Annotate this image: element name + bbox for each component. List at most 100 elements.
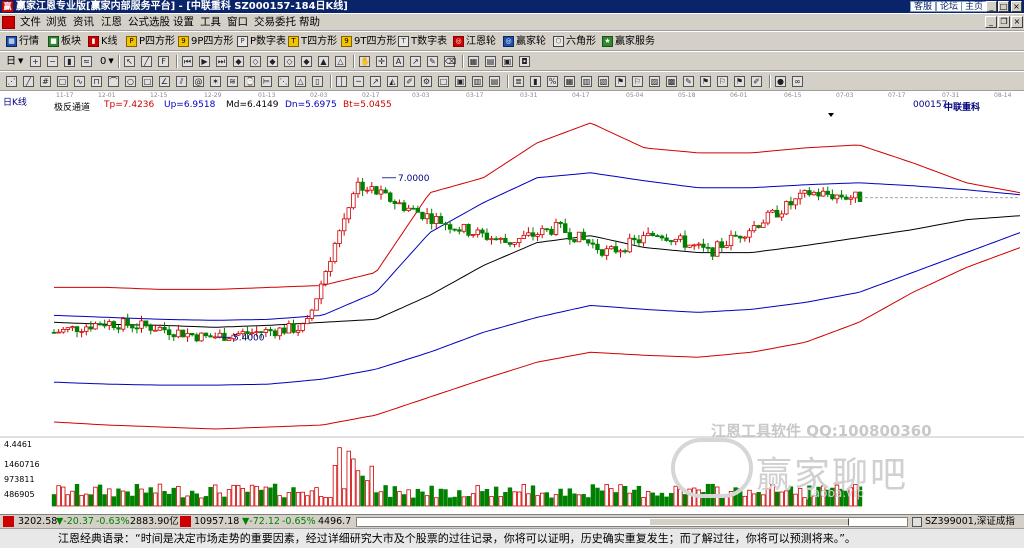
- gann-fan-icon[interactable]: ⋰: [6, 76, 17, 87]
- bars-icon[interactable]: ▦: [564, 76, 575, 87]
- flag-icon[interactable]: ⚐: [717, 76, 728, 87]
- quotes-button[interactable]: ▦ 行情: [6, 34, 39, 49]
- last-icon[interactable]: ⏭: [216, 56, 227, 67]
- 9t-square-button[interactable]: 9 9T四方形: [341, 34, 396, 49]
- pointer-icon[interactable]: ↖: [124, 56, 135, 67]
- time-icon[interactable]: ⌚: [244, 76, 255, 87]
- arc-icon[interactable]: ⌒: [108, 76, 119, 87]
- bars-icon[interactable]: ▥: [472, 76, 483, 87]
- line-draw-icon[interactable]: ╱: [141, 56, 152, 67]
- menu-info[interactable]: 资讯: [73, 16, 94, 29]
- trend-icon[interactable]: ↗: [370, 76, 381, 87]
- pyramid-icon[interactable]: ▲: [318, 56, 329, 67]
- bars-icon[interactable]: ▧: [598, 76, 609, 87]
- first-icon[interactable]: ⏮: [182, 56, 193, 67]
- dropdown-selector[interactable]: 0 ▼: [100, 54, 114, 69]
- pen-icon[interactable]: ✐: [751, 76, 762, 87]
- sector-button[interactable]: ■ 板块: [48, 34, 81, 49]
- list-icon[interactable]: ≣: [513, 76, 524, 87]
- percent-icon[interactable]: %: [547, 76, 558, 87]
- period-selector[interactable]: 日 ▼: [6, 54, 23, 69]
- winner-wheel-button[interactable]: ◎ 赢家轮: [503, 34, 546, 49]
- text-icon[interactable]: A: [393, 56, 404, 67]
- forum-link[interactable]: 论坛: [936, 1, 963, 12]
- menu-browse[interactable]: 浏览: [46, 16, 67, 29]
- sz-index[interactable]: 10957.18: [194, 515, 239, 528]
- color-icon[interactable]: ●: [775, 76, 786, 87]
- t-square-button[interactable]: T T四方形: [288, 34, 337, 49]
- menu-file[interactable]: 文件: [20, 16, 41, 29]
- p-table-button[interactable]: P P数字表: [237, 34, 286, 49]
- bars-icon[interactable]: ▨: [649, 76, 660, 87]
- sh-index[interactable]: 3202.58: [18, 515, 57, 528]
- homepage-link[interactable]: 主页: [961, 1, 988, 12]
- flag-icon[interactable]: ⚑: [700, 76, 711, 87]
- scrollbar-thumb[interactable]: [649, 518, 849, 526]
- bars-icon[interactable]: ▥: [581, 76, 592, 87]
- bars-icon[interactable]: ▤: [489, 76, 500, 87]
- arrow-icon[interactable]: ↗: [410, 56, 421, 67]
- diamond-icon[interactable]: ◇: [250, 56, 261, 67]
- mdi-restore-icon[interactable]: ❐: [998, 16, 1010, 28]
- menu-gann[interactable]: 江恩: [101, 16, 122, 29]
- eraser-icon[interactable]: ⌫: [444, 56, 456, 67]
- book-icon[interactable]: ▤: [485, 56, 496, 67]
- channel-icon[interactable]: ⫽: [176, 76, 187, 87]
- zoom-in-icon[interactable]: +: [30, 56, 41, 67]
- kline-chart-window[interactable]: 7.0000 5.4000 11-17 12-01 12-15 12-29 01-…: [0, 92, 1024, 514]
- customer-service-link[interactable]: 客服: [910, 1, 937, 12]
- maximize-icon[interactable]: □: [998, 1, 1009, 12]
- wave-icon[interactable]: ≋: [227, 76, 238, 87]
- hexagon-button[interactable]: ⬡ 六角形: [553, 34, 596, 49]
- spiral-icon[interactable]: @: [193, 76, 204, 87]
- cycle-icon[interactable]: ∿: [74, 76, 85, 87]
- menu-trade[interactable]: 交易委托: [254, 16, 296, 29]
- winner-service-button[interactable]: ★ 赢家服务: [602, 34, 655, 49]
- bell-icon[interactable]: ◭: [387, 76, 398, 87]
- hline-icon[interactable]: ─: [353, 76, 364, 87]
- chart-icon[interactable]: ▣: [502, 56, 513, 67]
- square-icon[interactable]: □: [438, 76, 449, 87]
- menu-tools[interactable]: 工具: [200, 16, 221, 29]
- t-table-button[interactable]: T T数字表: [398, 34, 447, 49]
- pen-icon[interactable]: ✐: [404, 76, 415, 87]
- p-square-button[interactable]: P P四方形: [126, 34, 175, 49]
- menu-window[interactable]: 窗口: [227, 16, 248, 29]
- zoom-out-icon[interactable]: −: [47, 56, 58, 67]
- diamond-icon[interactable]: ◇: [284, 56, 295, 67]
- next-icon[interactable]: ▶: [199, 56, 210, 67]
- square-icon[interactable]: ▣: [455, 76, 466, 87]
- volume-icon[interactable]: ▮: [64, 56, 75, 67]
- mdi-minimize-icon[interactable]: _: [985, 16, 997, 28]
- menu-formula[interactable]: 公式选股: [128, 16, 170, 29]
- fan-icon[interactable]: ⋱: [278, 76, 289, 87]
- mdi-close-icon[interactable]: ×: [1011, 16, 1023, 28]
- ruler-icon[interactable]: ⊨: [261, 76, 272, 87]
- fib-icon[interactable]: F: [158, 56, 169, 67]
- gann-box-icon[interactable]: ▢: [57, 76, 68, 87]
- close-icon[interactable]: ×: [1011, 1, 1022, 12]
- flag-icon[interactable]: ⚐: [632, 76, 643, 87]
- pen-icon[interactable]: ✎: [683, 76, 694, 87]
- bars-icon[interactable]: ▩: [666, 76, 677, 87]
- bars-icon[interactable]: ▮: [530, 76, 541, 87]
- diamond-icon[interactable]: ◆: [233, 56, 244, 67]
- vline-icon[interactable]: │: [336, 76, 347, 87]
- circle-icon[interactable]: ○: [125, 76, 136, 87]
- gann-wheel-button[interactable]: ◎ 江恩轮: [453, 34, 496, 49]
- flag-icon[interactable]: ⚑: [615, 76, 626, 87]
- indicator-icon[interactable]: ≈: [81, 56, 92, 67]
- infinity-icon[interactable]: ∞: [792, 76, 803, 87]
- brush-icon[interactable]: ✎: [427, 56, 438, 67]
- status-scrollbar[interactable]: [356, 517, 908, 527]
- camera-icon[interactable]: ◘: [519, 56, 530, 67]
- menu-settings[interactable]: 设置: [173, 16, 194, 29]
- table-icon[interactable]: ▦: [468, 56, 479, 67]
- flag-icon[interactable]: ⚑: [734, 76, 745, 87]
- minimize-icon[interactable]: _: [986, 1, 997, 12]
- gann-line-icon[interactable]: ╱: [23, 76, 34, 87]
- diamond-icon[interactable]: ◆: [301, 56, 312, 67]
- gear-icon[interactable]: ⚙: [421, 76, 432, 87]
- triangle-icon[interactable]: △: [295, 76, 306, 87]
- 9p-square-button[interactable]: 9 9P四方形: [178, 34, 233, 49]
